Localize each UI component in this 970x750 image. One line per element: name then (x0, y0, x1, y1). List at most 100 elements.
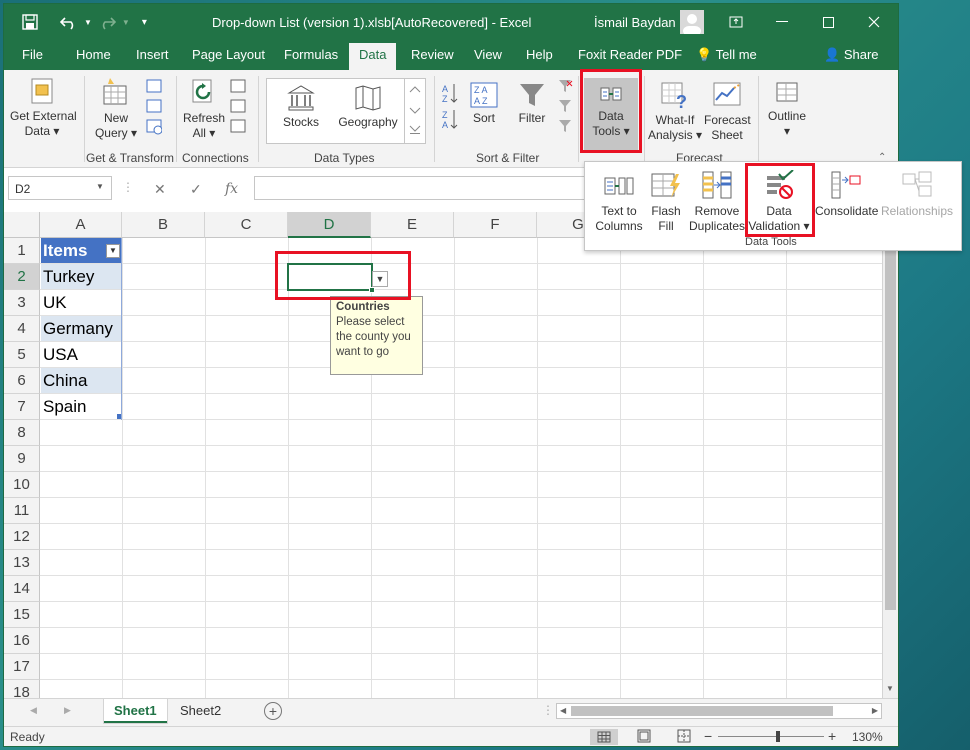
flash-fill-button[interactable]: Flash Fill (647, 170, 685, 234)
row-header[interactable]: 2 (4, 264, 40, 290)
zoom-in-button[interactable]: + (828, 728, 836, 744)
tab-data[interactable]: Data (349, 43, 397, 70)
outline-button[interactable]: Outline ▾ (764, 80, 810, 139)
row-header[interactable]: 6 (4, 368, 40, 394)
sheet-tab-sheet1[interactable]: Sheet1 (104, 699, 167, 723)
column-header-d[interactable]: D (288, 212, 371, 238)
customize-qat-icon[interactable]: ▾ (142, 17, 147, 28)
table-cell[interactable]: USA (41, 342, 122, 367)
row-header[interactable]: 4 (4, 316, 40, 342)
table-cell[interactable]: Turkey (41, 264, 122, 289)
undo-icon[interactable] (60, 14, 78, 30)
tab-insert[interactable]: Insert (136, 47, 169, 62)
save-icon[interactable] (22, 14, 38, 30)
page-layout-view-button[interactable] (636, 729, 652, 746)
row-header[interactable]: 11 (4, 498, 40, 524)
vertical-scrollbar[interactable]: ▲ ▼ (882, 212, 898, 698)
tab-help[interactable]: Help (526, 47, 553, 62)
table-cell[interactable]: Spain (41, 394, 122, 419)
row-header[interactable]: 8 (4, 420, 40, 446)
column-header-e[interactable]: E (371, 212, 454, 238)
zoom-level[interactable]: 130% (852, 730, 883, 744)
sheet-tab-sheet2[interactable]: Sheet2 (170, 699, 231, 723)
scrollbar-thumb[interactable] (885, 228, 896, 610)
row-header[interactable]: 10 (4, 472, 40, 498)
filter-dropdown-icon[interactable]: ▼ (106, 244, 120, 258)
row-header[interactable]: 18 (4, 680, 40, 698)
table-cell[interactable]: UK (41, 290, 122, 315)
data-types-gallery-scroll[interactable] (404, 78, 424, 144)
new-query-button[interactable]: New Query ▾ (94, 76, 138, 141)
tab-home[interactable]: Home (76, 47, 111, 62)
maximize-button[interactable] (806, 4, 850, 40)
new-sheet-icon[interactable]: + (264, 702, 282, 720)
sheet-splitter-icon[interactable]: ⋮ (542, 703, 554, 717)
undo-dropdown-icon[interactable]: ▼ (84, 18, 92, 27)
consolidate-button[interactable]: Consolidate (815, 170, 878, 219)
column-header-f[interactable]: F (454, 212, 537, 238)
select-all-corner[interactable] (4, 212, 40, 238)
horizontal-scrollbar[interactable]: ◀ ▶ (556, 703, 882, 719)
forecast-sheet-button[interactable]: Forecast Sheet (704, 80, 751, 143)
zoom-slider-thumb[interactable] (776, 731, 780, 742)
sort-az-buttons[interactable]: AZZA (440, 82, 462, 136)
scroll-right-icon[interactable]: ▶ (872, 706, 878, 715)
tab-foxit-reader-pdf[interactable]: Foxit Reader PDF (578, 47, 682, 62)
refresh-all-button[interactable]: Refresh All ▾ (182, 78, 226, 141)
filter-button[interactable]: Filter (514, 82, 550, 126)
column-header-c[interactable]: C (205, 212, 288, 238)
tab-page-layout[interactable]: Page Layout (192, 47, 265, 62)
row-header[interactable]: 16 (4, 628, 40, 654)
table-cell[interactable]: Germany (41, 316, 122, 341)
get-external-data-button[interactable]: Get External Data ▾ (10, 76, 77, 139)
row-header[interactable]: 7 (4, 394, 40, 420)
table-cell[interactable]: China (41, 368, 122, 393)
close-button[interactable] (852, 4, 896, 40)
tell-me-search[interactable]: 💡 Tell me (696, 47, 757, 63)
row-header[interactable]: 14 (4, 576, 40, 602)
what-if-analysis-button[interactable]: ? What-If Analysis ▾ (648, 80, 702, 143)
table-header-cell[interactable]: Items ▼ (41, 238, 122, 263)
text-to-columns-icon (604, 177, 634, 195)
page-break-view-button[interactable] (676, 729, 692, 746)
column-header-b[interactable]: B (122, 212, 205, 238)
row-header[interactable]: 15 (4, 602, 40, 628)
cancel-icon[interactable]: ✕ (154, 181, 166, 198)
stocks-button[interactable]: Stocks (276, 84, 326, 130)
row-header[interactable]: 9 (4, 446, 40, 472)
insert-function-icon[interactable]: fx (225, 181, 238, 197)
tab-view[interactable]: View (474, 47, 502, 62)
row-header[interactable]: 13 (4, 550, 40, 576)
tab-formulas[interactable]: Formulas (284, 47, 338, 62)
avatar[interactable] (680, 10, 704, 34)
minimize-button[interactable] (760, 4, 804, 40)
redo-icon[interactable] (98, 14, 116, 30)
row-header[interactable]: 5 (4, 342, 40, 368)
enter-icon[interactable]: ✓ (190, 181, 202, 198)
scroll-sheets-left-icon[interactable]: ◀ (30, 705, 37, 716)
row-header[interactable]: 17 (4, 654, 40, 680)
name-box-dropdown-icon[interactable]: ▼ (96, 182, 104, 191)
scroll-left-icon[interactable]: ◀ (560, 706, 566, 715)
row-header[interactable]: 3 (4, 290, 40, 316)
scroll-sheets-right-icon[interactable]: ▶ (64, 705, 71, 716)
zoom-out-button[interactable]: − (704, 728, 712, 744)
sort-button[interactable]: Z AA Z Sort (466, 82, 502, 126)
tab-file[interactable]: File (22, 47, 43, 62)
normal-view-button[interactable] (590, 729, 618, 745)
scroll-down-icon[interactable]: ▼ (886, 684, 894, 693)
remove-duplicates-button[interactable]: Remove Duplicates (687, 170, 747, 234)
share-button[interactable]: 👤 Share (824, 47, 879, 63)
horizontal-scrollbar-thumb[interactable] (571, 706, 833, 716)
row-header[interactable]: 1 (4, 238, 40, 264)
ribbon-display-options-button[interactable] (714, 4, 758, 40)
row-header[interactable]: 12 (4, 524, 40, 550)
redo-dropdown-icon[interactable]: ▼ (122, 18, 130, 27)
geography-button[interactable]: Geography (338, 84, 398, 130)
user-name[interactable]: İsmail Baydan (594, 15, 676, 30)
formula-input[interactable] (254, 176, 594, 200)
zoom-slider[interactable] (718, 736, 824, 737)
tab-review[interactable]: Review (411, 47, 454, 62)
column-header-a[interactable]: A (40, 212, 122, 238)
text-to-columns-button[interactable]: Text to Columns (591, 170, 647, 234)
